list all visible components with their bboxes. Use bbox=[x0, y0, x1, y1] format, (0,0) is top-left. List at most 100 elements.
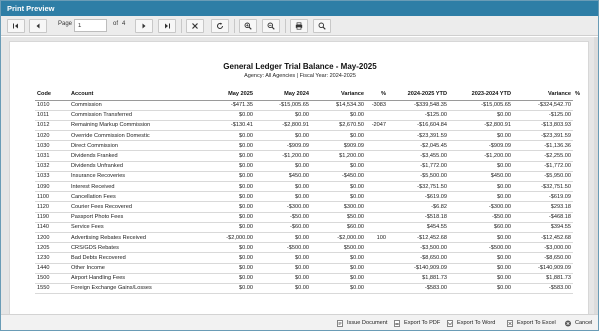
table-cell: $0.00 bbox=[311, 273, 366, 284]
table-cell: 1030 bbox=[35, 140, 69, 152]
vertical-scrollbar[interactable] bbox=[594, 37, 598, 314]
table-cell: $0.00 bbox=[209, 263, 255, 274]
table-cell: -$619.09 bbox=[513, 191, 573, 203]
printer-icon bbox=[295, 22, 303, 30]
table-cell: -$1,136.36 bbox=[513, 140, 573, 152]
table-cell: $0.00 bbox=[449, 181, 513, 193]
table-row: 1033 Insurance Recoveries $0.00 $450.00 -$45… bbox=[35, 171, 573, 183]
zoom-in-button[interactable] bbox=[239, 19, 257, 33]
table-cell: CRS/GDS Rebates bbox=[69, 242, 209, 254]
table-cell: 1033 bbox=[35, 171, 69, 183]
table-cell: -$583.00 bbox=[388, 283, 449, 295]
export-pdf-button[interactable]: Export To PDF bbox=[393, 318, 440, 329]
excel-icon bbox=[507, 320, 513, 327]
next-icon bbox=[142, 23, 146, 29]
table-cell: -$1,772.00 bbox=[513, 161, 573, 172]
table-cell: $0.00 bbox=[449, 161, 513, 172]
print-button[interactable] bbox=[290, 19, 308, 33]
table-row: 1012 Remaining Markup Commission -$130.41-… bbox=[35, 120, 573, 132]
table-cell bbox=[366, 140, 388, 152]
table-cell: -$1,200.00 bbox=[255, 150, 311, 162]
action-footer: Issue Document Export To PDF Export To W… bbox=[1, 314, 598, 330]
table-cell: Interest Received bbox=[69, 181, 209, 193]
table-cell bbox=[366, 171, 388, 183]
table-cell: $0.00 bbox=[255, 273, 311, 284]
table-cell: -$5,950.00 bbox=[513, 171, 573, 183]
export-word-button[interactable]: Export To Word bbox=[446, 318, 495, 329]
table-cell: -$300.00 bbox=[255, 201, 311, 213]
table-cell: 1500 bbox=[35, 273, 69, 284]
table-cell: -$500.00 bbox=[449, 242, 513, 254]
table-cell: Advertising Rebates Received bbox=[69, 232, 209, 244]
refresh-button[interactable] bbox=[211, 19, 229, 33]
table-cell: $0.00 bbox=[311, 181, 366, 193]
cancel-label: Cancel bbox=[575, 320, 593, 326]
table-cell: -$16,604.84 bbox=[388, 120, 449, 132]
table-cell: 1011 bbox=[35, 110, 69, 121]
table-cell: $0.00 bbox=[255, 110, 311, 121]
table-cell: Remaining Markup Commission bbox=[69, 120, 209, 132]
table-cell: -$3,500.00 bbox=[388, 242, 449, 254]
table-cell: $0.00 bbox=[311, 130, 366, 142]
table-cell: $0.00 bbox=[209, 150, 255, 162]
toolbar-divider bbox=[234, 19, 235, 33]
table-cell: Courier Fees Recovered bbox=[69, 201, 209, 213]
table-row: 1205 CRS/GDS Rebates $0.00 -$500.00 $500.00-… bbox=[35, 242, 573, 254]
table-cell: 1230 bbox=[35, 252, 69, 264]
table-row: 1120 Courier Fees Recovered $0.00 -$300.00 $… bbox=[35, 201, 573, 213]
table-cell: -$518.18 bbox=[388, 212, 449, 223]
table-cell: $0.00 bbox=[255, 181, 311, 193]
table-cell: $0.00 bbox=[209, 130, 255, 142]
search-button[interactable] bbox=[313, 19, 331, 33]
column-header: 2024-2025 YTD bbox=[388, 88, 449, 101]
table-cell: 100 bbox=[366, 232, 388, 244]
page-number-input[interactable] bbox=[74, 19, 107, 32]
table-cell bbox=[366, 161, 388, 172]
export-pdf-label: Export To PDF bbox=[404, 320, 441, 326]
last-page-button[interactable] bbox=[158, 19, 176, 33]
table-cell: $454.55 bbox=[388, 222, 449, 233]
table-row: 1031 Dividends Franked $0.00 -$1,200.00 $1,2… bbox=[35, 150, 573, 162]
table-cell: -3083 bbox=[366, 100, 388, 111]
export-excel-button[interactable]: Export To Excel bbox=[506, 318, 556, 329]
table-cell bbox=[366, 201, 388, 213]
close-preview-button[interactable] bbox=[186, 19, 204, 33]
table-cell bbox=[366, 252, 388, 264]
column-header: Variance bbox=[513, 88, 573, 101]
table-cell: $0.00 bbox=[209, 110, 255, 121]
export-word-label: Export To Word bbox=[457, 320, 496, 326]
zoom-out-button[interactable] bbox=[262, 19, 280, 33]
table-cell bbox=[366, 212, 388, 223]
table-cell: -$2,000.00 bbox=[311, 232, 366, 244]
table-cell: -$339,548.35 bbox=[388, 100, 449, 111]
preview-toolbar: Page of 4 bbox=[1, 16, 598, 36]
table-cell: -$50.00 bbox=[255, 212, 311, 223]
table-cell: $0.00 bbox=[209, 171, 255, 183]
table-cell bbox=[366, 273, 388, 284]
table-cell: -$2,045.45 bbox=[388, 140, 449, 152]
table-cell: Dividends Unfranked bbox=[69, 161, 209, 172]
total-pages: 4 bbox=[122, 21, 126, 27]
issue-document-button[interactable]: Issue Document bbox=[336, 318, 387, 329]
previous-page-button[interactable] bbox=[29, 19, 47, 33]
table-cell: 1440 bbox=[35, 263, 69, 274]
table-cell: -$909.09 bbox=[449, 140, 513, 152]
table-cell: $0.00 bbox=[255, 161, 311, 172]
table-cell: $0.00 bbox=[209, 140, 255, 152]
table-cell: -$8,650.00 bbox=[388, 252, 449, 264]
table-cell: -$23,391.59 bbox=[513, 130, 573, 142]
table-cell: -$2,255.00 bbox=[513, 150, 573, 162]
first-page-button[interactable] bbox=[7, 19, 25, 33]
table-row: 1011 Commission Transferred $0.00 $0.00 $0.0… bbox=[35, 110, 573, 121]
table-cell: -$909.09 bbox=[255, 140, 311, 152]
close-icon bbox=[192, 23, 198, 29]
table-cell: -$450.00 bbox=[311, 171, 366, 183]
cancel-button[interactable]: Cancel bbox=[564, 318, 592, 329]
table-cell: $0.00 bbox=[255, 283, 311, 295]
table-cell: $1,881.73 bbox=[513, 273, 573, 284]
table-cell: $60.00 bbox=[449, 222, 513, 233]
pdf-icon bbox=[394, 320, 400, 327]
table-cell: -$125.00 bbox=[513, 110, 573, 121]
table-row: 1010 Commission -$471.35 -$15,005.65 $14,534… bbox=[35, 100, 573, 111]
next-page-button[interactable] bbox=[135, 19, 153, 33]
